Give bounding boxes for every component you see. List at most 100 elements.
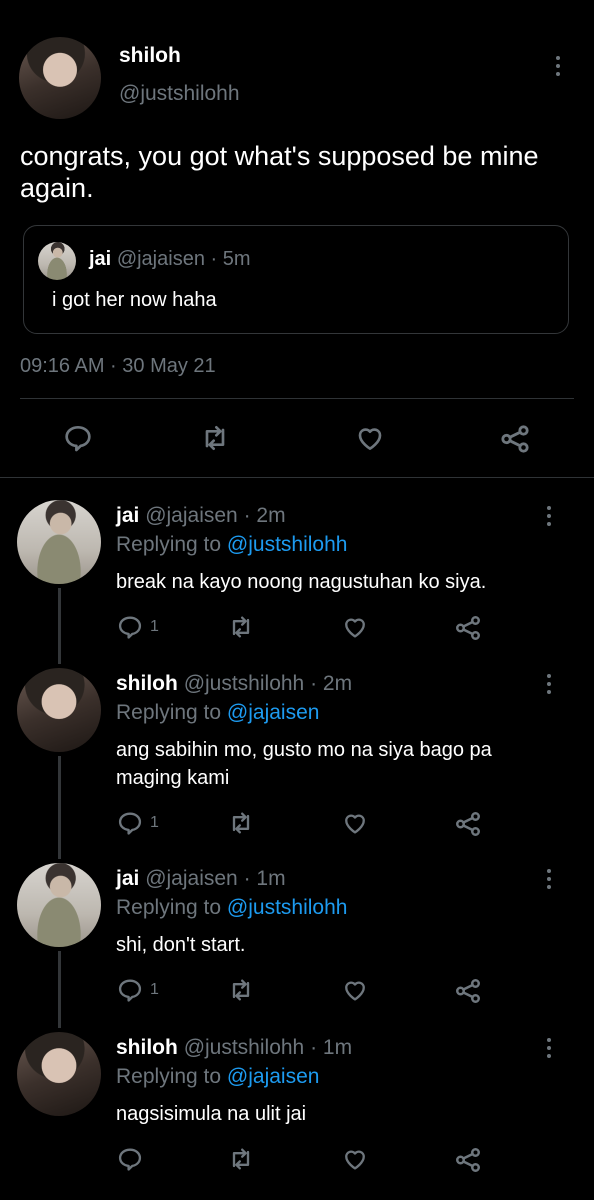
- reply-reply-button[interactable]: 1: [116, 613, 159, 641]
- reply-retweet-button[interactable]: [227, 976, 255, 1009]
- like-icon: [358, 428, 382, 450]
- reply-retweet-button[interactable]: [227, 1145, 255, 1178]
- reply-like-button[interactable]: [341, 613, 369, 646]
- main-reply-button[interactable]: [62, 422, 94, 459]
- reply-share-button[interactable]: [453, 613, 483, 648]
- reply-avatar[interactable]: [17, 863, 101, 947]
- reply-avatar[interactable]: [17, 1032, 101, 1116]
- reply-like-button[interactable]: [341, 809, 369, 842]
- quote-handle: @jajaisen: [116, 248, 205, 270]
- reply-count: 1: [150, 814, 159, 831]
- quoted-tweet-card[interactable]: jai @jajaisen · 5m i got her now haha: [23, 225, 569, 334]
- reply-retweet-button[interactable]: [227, 613, 255, 646]
- main-display-name[interactable]: shiloh: [119, 44, 181, 68]
- replying-to-handle[interactable]: @jajaisen: [227, 701, 320, 724]
- quote-time: 5m: [222, 248, 251, 270]
- replying-to-handle[interactable]: @justshilohh: [227, 896, 348, 919]
- reply-reply-button[interactable]: [116, 1145, 150, 1173]
- reply-header: shiloh @justshilohh · 2m: [116, 672, 352, 696]
- reply-avatar[interactable]: [17, 668, 101, 752]
- reply-icon: [118, 616, 142, 639]
- reply-retweet-button[interactable]: [227, 809, 255, 842]
- replying-to-line: Replying to @justshilohh: [116, 533, 347, 557]
- reply-icon: [118, 812, 142, 835]
- share-icon: [456, 812, 480, 836]
- reply-share-button[interactable]: [453, 809, 483, 844]
- retweet-icon: [232, 616, 250, 638]
- reply-text: nagsisimula na ulit jai: [116, 1100, 566, 1128]
- main-handle[interactable]: @justshilohh: [119, 82, 240, 106]
- thread-line: [58, 951, 61, 1028]
- reply-more-icon[interactable]: [546, 869, 552, 889]
- like-icon: [345, 618, 365, 638]
- reply-display-name[interactable]: jai: [116, 504, 139, 527]
- reply-time: · 1m: [243, 867, 286, 890]
- replying-to-label: Replying to: [116, 533, 222, 556]
- reply-text-line: break na kayo noong nagustuhan ko siya.: [116, 571, 487, 593]
- share-icon: [456, 979, 480, 1003]
- replying-to-label: Replying to: [116, 701, 222, 724]
- share-icon: [456, 616, 480, 640]
- main-timestamp[interactable]: 09:16 AM · 30 May 21: [20, 355, 216, 378]
- main-like-button[interactable]: [354, 422, 386, 459]
- reply-share-button[interactable]: [453, 1145, 483, 1180]
- reply-count: 1: [150, 618, 159, 635]
- reply-like-button[interactable]: [341, 1145, 369, 1178]
- reply-display-name[interactable]: jai: [116, 867, 139, 890]
- main-avatar[interactable]: [19, 37, 101, 119]
- reply-text-line: shi, don't start.: [116, 934, 246, 956]
- reply-more-icon[interactable]: [546, 1038, 552, 1058]
- reply-more-icon[interactable]: [546, 674, 552, 694]
- quote-header: jai @jajaisen · 5m: [89, 248, 251, 271]
- reply-text-line: nagsisimula na ulit jai: [116, 1103, 307, 1125]
- reply-avatar[interactable]: [17, 500, 101, 584]
- reply-display-name[interactable]: shiloh: [116, 1036, 178, 1059]
- reply-handle[interactable]: @jajaisen: [145, 504, 238, 527]
- main-more-icon[interactable]: [555, 56, 561, 76]
- reply-icon: [118, 1148, 142, 1171]
- reply-time: · 1m: [310, 1036, 353, 1059]
- main-tweet-text: congrats, you got what's supposed be min…: [20, 141, 539, 203]
- share-icon: [456, 1148, 480, 1172]
- reply-time: · 2m: [310, 672, 353, 695]
- reply-handle[interactable]: @justshilohh: [184, 672, 305, 695]
- reply-handle[interactable]: @jajaisen: [145, 867, 238, 890]
- reply-reply-button[interactable]: 1: [116, 976, 159, 1004]
- quote-separator: ·: [210, 248, 218, 270]
- replying-to-handle[interactable]: @justshilohh: [227, 533, 348, 556]
- retweet-icon: [232, 812, 250, 834]
- reply-text-line: maging kami: [116, 767, 230, 789]
- retweet-icon: [232, 1148, 250, 1170]
- reply-more-icon[interactable]: [546, 506, 552, 526]
- thread-line: [58, 588, 61, 664]
- reply-header: jai @jajaisen · 2m: [116, 504, 286, 528]
- replying-to-line: Replying to @justshilohh: [116, 896, 347, 920]
- divider: [0, 477, 594, 478]
- divider: [20, 398, 574, 399]
- retweet-icon: [232, 979, 250, 1001]
- quote-display-name: jai: [89, 248, 112, 270]
- reply-handle[interactable]: @justshilohh: [184, 1036, 305, 1059]
- reply-reply-button[interactable]: 1: [116, 809, 159, 837]
- reply-like-button[interactable]: [341, 976, 369, 1009]
- reply-time: · 2m: [243, 504, 286, 527]
- reply-display-name[interactable]: shiloh: [116, 672, 178, 695]
- like-icon: [345, 981, 365, 1001]
- retweet-icon: [205, 426, 225, 450]
- reply-header: shiloh @justshilohh · 1m: [116, 1036, 352, 1060]
- replying-to-label: Replying to: [116, 1065, 222, 1088]
- replying-to-line: Replying to @jajaisen: [116, 1065, 319, 1089]
- like-icon: [345, 1150, 365, 1170]
- reply-share-button[interactable]: [453, 976, 483, 1011]
- reply-text-line: ang sabihin mo, gusto mo na siya bago pa: [116, 739, 492, 761]
- replying-to-label: Replying to: [116, 896, 222, 919]
- main-share-button[interactable]: [498, 422, 532, 461]
- like-icon: [345, 814, 365, 834]
- reply-icon: [65, 426, 91, 452]
- replying-to-handle[interactable]: @jajaisen: [227, 1065, 320, 1088]
- thread-line: [58, 756, 61, 859]
- reply-icon: [118, 979, 142, 1002]
- reply-text: break na kayo noong nagustuhan ko siya.: [116, 568, 566, 596]
- main-retweet-button[interactable]: [199, 422, 231, 459]
- quote-avatar: [38, 242, 76, 280]
